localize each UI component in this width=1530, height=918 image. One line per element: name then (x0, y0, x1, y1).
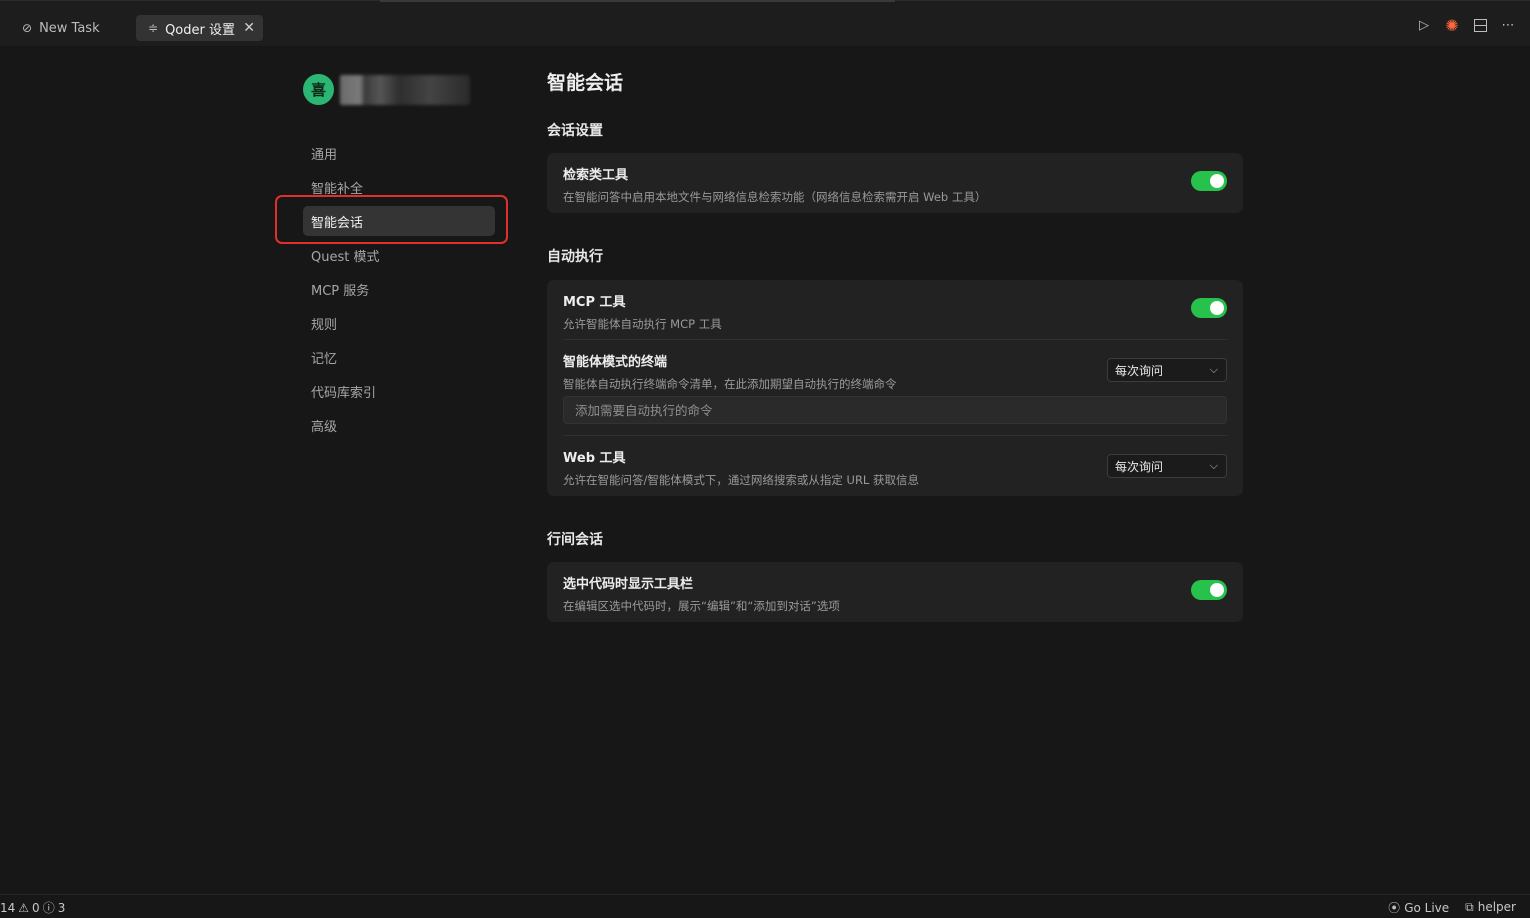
warning-count: 0 (32, 900, 40, 915)
toggle-knob (1210, 301, 1224, 315)
tab-settings-label: Qoder 设置 (165, 22, 235, 38)
page-title: 智能会话 (547, 72, 624, 94)
setting-desc: 在智能问答中启用本地文件与网络信息检索功能（网络信息检索需开启 Web 工具） (563, 190, 987, 204)
setting-mcp-tool: MCP 工具 允许智能体自动执行 MCP 工具 (547, 280, 1243, 332)
section-title-chat: 会话设置 (547, 123, 603, 139)
scroll-indicator (380, 0, 895, 2)
chevron-down-icon: ⌵ (1209, 363, 1218, 376)
go-live-button[interactable]: ⦿ Go Live (1388, 899, 1449, 916)
setting-agent-terminal: 智能体模式的终端 智能体自动执行终端命令清单，在此添加期望自动执行的终端命令 (547, 351, 913, 392)
setting-title: 选中代码时显示工具栏 (563, 577, 694, 592)
setting-desc: 在编辑区选中代码时，展示“编辑”和“添加到对话”选项 (563, 599, 840, 613)
helper-label: helper (1477, 900, 1516, 914)
setting-title: 检索类工具 (563, 168, 629, 183)
problems-indicator[interactable]: 14 ⚠ 0 ⓘ 3 (0, 899, 65, 916)
blurred-username (340, 74, 470, 105)
divider (563, 435, 1227, 436)
select-value: 每次询问 (1115, 459, 1164, 474)
split-layout-icon[interactable] (1472, 17, 1488, 33)
command-input[interactable] (563, 396, 1227, 424)
sidebar-item-quest[interactable]: Quest 模式 (303, 240, 495, 270)
helper-icon: ⧉ (1465, 900, 1474, 914)
sidebar-item-mcp[interactable]: MCP 服务 (303, 274, 495, 304)
close-icon[interactable]: ✕ (243, 20, 255, 36)
tab-new-task-label: New Task (39, 20, 100, 36)
selection-toolbar-toggle[interactable] (1191, 580, 1227, 600)
section-title-auto: 自动执行 (547, 249, 603, 265)
card-auto-exec: MCP 工具 允许智能体自动执行 MCP 工具 智能体模式的终端 智能体自动执行… (547, 280, 1243, 496)
tab-qoder-settings[interactable]: ≑ Qoder 设置 ✕ (136, 15, 263, 41)
setting-selection-toolbar: 选中代码时显示工具栏 在编辑区选中代码时，展示“编辑”和“添加到对话”选项 (547, 562, 1243, 614)
compass-icon: ⊘ (22, 21, 33, 35)
sidebar-item-rules[interactable]: 规则 (303, 308, 495, 338)
error-count: 14 (0, 900, 16, 915)
spark-icon[interactable]: ✺ (1444, 16, 1460, 35)
status-right: ⦿ Go Live ⧉ helper (1388, 899, 1516, 916)
helper-button[interactable]: ⧉ helper (1465, 900, 1516, 915)
sidebar-item-memory[interactable]: 记忆 (303, 342, 495, 372)
broadcast-icon: ⦿ (1388, 901, 1401, 915)
editor-toolbar: ▷ ✺ ⋯ (1416, 16, 1516, 35)
more-icon[interactable]: ⋯ (1500, 17, 1516, 33)
settings-content: 智能会话 会话设置 检索类工具 在智能问答中启用本地文件与网络信息检索功能（网络… (547, 68, 1243, 622)
mcp-tool-toggle[interactable] (1191, 298, 1227, 318)
sidebar-item-general[interactable]: 通用 (303, 138, 495, 168)
toggle-knob (1210, 174, 1224, 188)
search-tool-toggle[interactable] (1191, 171, 1227, 191)
sidebar-item-advanced[interactable]: 高级 (303, 410, 495, 440)
tab-bar: ⊘ New Task ≑ Qoder 设置 ✕ ▷ ✺ ⋯ (0, 0, 1530, 46)
setting-title: Web 工具 (563, 451, 626, 466)
setting-title: 智能体模式的终端 (563, 355, 668, 370)
status-bar: 14 ⚠ 0 ⓘ 3 ⦿ Go Live ⧉ helper (0, 894, 1530, 918)
web-tool-select[interactable]: 每次询问 ⌵ (1107, 454, 1227, 478)
setting-web-tool: Web 工具 允许在智能问答/智能体模式下，通过网络搜索或从指定 URL 获取信… (547, 447, 935, 488)
setting-desc: 允许智能体自动执行 MCP 工具 (563, 317, 722, 331)
divider (563, 339, 1227, 340)
avatar: 喜 (303, 74, 334, 105)
setting-desc: 智能体自动执行终端命令清单，在此添加期望自动执行的终端命令 (563, 377, 897, 391)
user-profile[interactable]: 喜 (303, 74, 470, 105)
chevron-down-icon: ⌵ (1209, 459, 1218, 472)
highlight-annotation (275, 195, 508, 244)
info-icon: ⓘ (42, 901, 55, 915)
run-icon[interactable]: ▷ (1416, 17, 1432, 33)
card-chat-settings: 检索类工具 在智能问答中启用本地文件与网络信息检索功能（网络信息检索需开启 We… (547, 153, 1243, 213)
settings-sliders-icon: ≑ (148, 21, 159, 35)
select-value: 每次询问 (1115, 363, 1164, 378)
card-inline-chat: 选中代码时显示工具栏 在编辑区选中代码时，展示“编辑”和“添加到对话”选项 (547, 562, 1243, 622)
setting-search-tool: 检索类工具 在智能问答中启用本地文件与网络信息检索功能（网络信息检索需开启 We… (547, 153, 1243, 205)
tab-new-task[interactable]: ⊘ New Task (14, 15, 108, 41)
section-title-inline: 行间会话 (547, 532, 603, 548)
setting-title: MCP 工具 (563, 295, 626, 310)
setting-desc: 允许在智能问答/智能体模式下，通过网络搜索或从指定 URL 获取信息 (563, 473, 919, 487)
go-live-label: Go Live (1404, 901, 1450, 915)
terminal-mode-select[interactable]: 每次询问 ⌵ (1107, 358, 1227, 382)
info-count: 3 (57, 900, 66, 915)
toggle-knob (1210, 583, 1224, 597)
sidebar-item-codebase-index[interactable]: 代码库索引 (303, 376, 495, 406)
settings-sidebar: 通用 智能补全 智能会话 Quest 模式 MCP 服务 规则 记忆 代码库索引… (303, 138, 495, 444)
warning-icon: ⚠ (18, 900, 30, 915)
